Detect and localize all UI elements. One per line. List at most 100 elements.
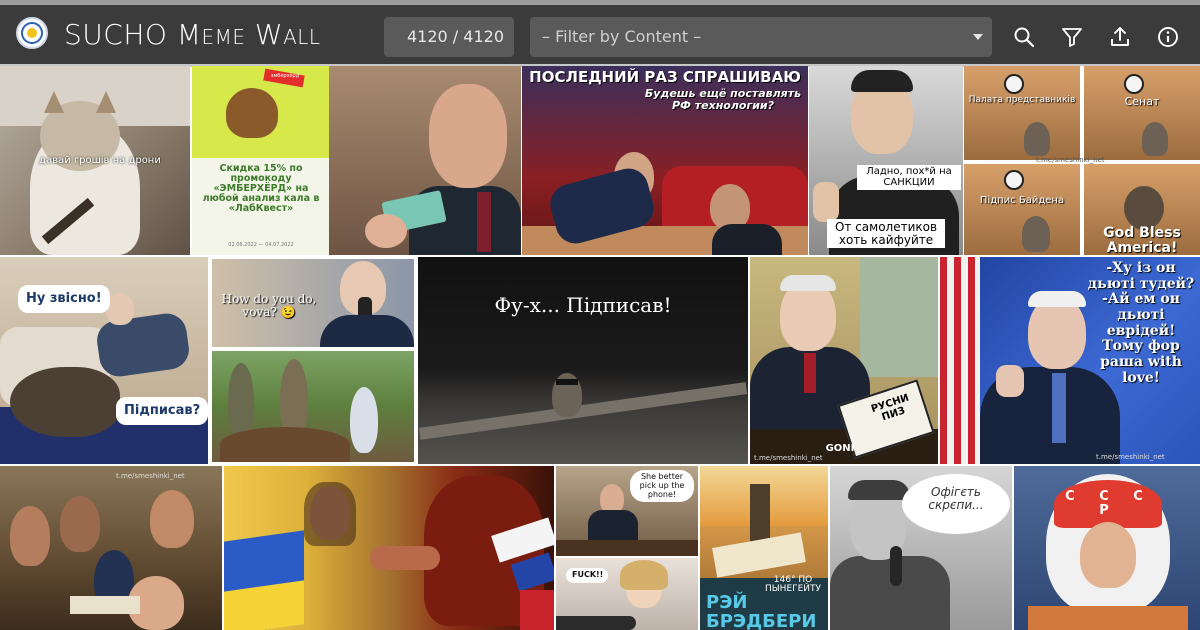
meme-tile-biden-duty[interactable]: -Ху із он дьюті тудей? -Ай ем он дьюті е… [940, 257, 1200, 464]
meme-tile-how-do-you-do[interactable]: How do you do, vova? 😉 [210, 257, 416, 464]
chevron-down-icon [973, 34, 983, 40]
panel-label-senate: Сенат [1124, 95, 1160, 108]
panel-label-signature: Підпис Байдена [979, 195, 1065, 206]
watermark: t.me/smeshinki_net [754, 454, 823, 462]
cossack-1 [10, 506, 50, 566]
cossack-2 [60, 496, 100, 552]
meme-title-line2: Будешь ещё поставлять РФ технологии? [644, 87, 802, 112]
hand [365, 214, 407, 248]
poster-badge: эмберхёрд [270, 73, 300, 79]
meme-tile-biden-signing[interactable]: РУСНИ ПИЗ GONI t.me/smeshinki_net [750, 257, 938, 464]
suit [320, 315, 414, 347]
man-digging [350, 387, 378, 453]
content-filter-select[interactable]: – Filter by Content – [530, 17, 992, 57]
meme-tile-biden-dog[interactable]: Ну звісно! Підписав? [0, 257, 208, 464]
meme-tile-raccoon[interactable]: Фу-х... Підписав! [418, 257, 748, 464]
book-subtitle: 146° ПО ПЫНЕГЕЙТУ [764, 575, 822, 595]
upload-icon[interactable] [1108, 25, 1132, 49]
face [429, 84, 507, 188]
desk [556, 540, 698, 556]
cat-ear-left [44, 91, 64, 113]
microphone [890, 546, 902, 586]
suit-orange [1028, 606, 1188, 630]
meme-caption: давай грошів на дрони [39, 155, 161, 166]
dirt-pile [220, 427, 350, 462]
clasped-hands [370, 546, 440, 570]
meme-counter: 4120 / 4120 [384, 17, 514, 57]
thought-text: Офігєть скрєпи... [928, 485, 984, 512]
meme-tile-putin-money[interactable] [329, 66, 521, 255]
meme-tile-gagarin[interactable]: С С С Р [1014, 466, 1200, 630]
meme-tile-trudeau[interactable]: Ладно, пох*й на САНКЦИИ От самолетиков х… [809, 66, 963, 255]
speech-bubble-sure: Ну звісно! [18, 285, 110, 313]
meme-tile-cossacks[interactable]: t.me/smeshinki_net [0, 466, 222, 630]
panel-label-god-bless: God Bless America! [1103, 225, 1181, 255]
cat-ear-right [96, 91, 116, 113]
book-pile [712, 532, 806, 578]
cat-figure [1142, 122, 1168, 156]
hair [1028, 291, 1086, 307]
raccoon-mask [556, 379, 578, 385]
meme-tile-blinken-xi[interactable]: ПОСЛЕДНИЙ РАЗ СПРАШИВАЮ Будешь ещё поста… [522, 66, 808, 255]
meme-text: -Ху із он дьюті тудей? -Ай ем он дьюті е… [1087, 260, 1195, 386]
top-bar: SUCHO Meme Wall 4120 / 4120 – Filter by … [0, 0, 1200, 64]
dog [10, 367, 120, 437]
poop-icon [226, 88, 278, 138]
watermark: t.me/smeshinki_net [1036, 156, 1105, 164]
app-title: SUCHO Meme Wall [64, 18, 321, 51]
panel-label-house: Палата представників [968, 95, 1076, 105]
woman-hair [620, 560, 668, 590]
soldier-1 [228, 363, 254, 439]
sucho-logo[interactable] [16, 17, 48, 49]
poster-text: Скидка 15% по промокоду «ЭМБЕРХЁРД» на л… [202, 163, 320, 214]
watermark: t.me/smeshinki_net [1096, 453, 1165, 461]
speech-bubble-fuck: FUCK!! [566, 568, 608, 583]
cossack-3 [150, 490, 194, 548]
meme-tile-cat-drones[interactable]: давай грошів на дрони [0, 66, 190, 255]
cat-figure [1024, 122, 1050, 156]
meme-tile-pick-up-phone[interactable]: She better pick up the phone! FUCK!! [556, 466, 698, 630]
filter-icon[interactable] [1060, 25, 1084, 49]
caption-bottom: От самолетиков хоть кайфуйте [827, 219, 945, 249]
tie [1052, 373, 1066, 443]
hair [780, 275, 836, 291]
brand-logo: GONI [825, 443, 855, 454]
helmet-letters: С С С Р [1065, 489, 1153, 518]
xi-suit [712, 224, 782, 255]
caption-top: Ладно, пох*й на САНКЦИИ [857, 165, 961, 190]
filter-select-label: – Filter by Content – [542, 27, 702, 46]
biden-head [106, 293, 134, 325]
tie [804, 353, 816, 393]
watermark: t.me/smeshinki_net [116, 472, 185, 480]
bottom-toolbar [556, 616, 636, 630]
meme-title-line1: ПОСЛЕДНИЙ РАЗ СПРАШИВАЮ [529, 68, 801, 86]
meme-tile-korolev[interactable]: Офігєть скрєпи... [830, 466, 1012, 630]
meme-caption: Фу-х... Підписав! [494, 293, 672, 317]
book-author: РЭЙ БРЭДБЕРИ [706, 592, 817, 630]
meme-tile-book-cover[interactable]: 146° ПО ПЫНЕГЕЙТУ РЭЙ БРЭДБЕРИ [700, 466, 828, 630]
meme-tile-arm-wrestling[interactable] [224, 466, 554, 630]
info-icon[interactable] [1156, 25, 1180, 49]
search-icon[interactable] [1012, 25, 1036, 49]
cat-figure [1022, 216, 1050, 252]
meme-tile-cats-bill[interactable]: Палата представників Сенат Підпис Байден… [964, 66, 1200, 255]
flag-stripes [940, 257, 980, 464]
poster-fine-print: 02.06.2022 — 04.07.2022 [228, 242, 294, 248]
meme-tile-lab-ad[interactable]: эмберхёрд Скидка 15% по промокоду «ЭМБЕР… [192, 66, 329, 255]
hair [848, 480, 910, 500]
clock-icon [1004, 170, 1024, 190]
speech-bubble-signed: Підписав? [116, 397, 208, 425]
curb [418, 382, 748, 440]
speech-bubble-phone: She better pick up the phone! [630, 470, 694, 503]
thumb-up [813, 182, 839, 222]
jesus-hair [304, 482, 356, 546]
cat-figure [1124, 186, 1164, 230]
table-paper [70, 596, 140, 614]
window [860, 257, 938, 377]
face [1080, 522, 1136, 588]
clock-icon [1124, 74, 1144, 94]
logo-sun [27, 28, 37, 38]
tie [477, 192, 491, 252]
russia-flag-red [520, 590, 554, 630]
putin-suit [588, 510, 638, 544]
